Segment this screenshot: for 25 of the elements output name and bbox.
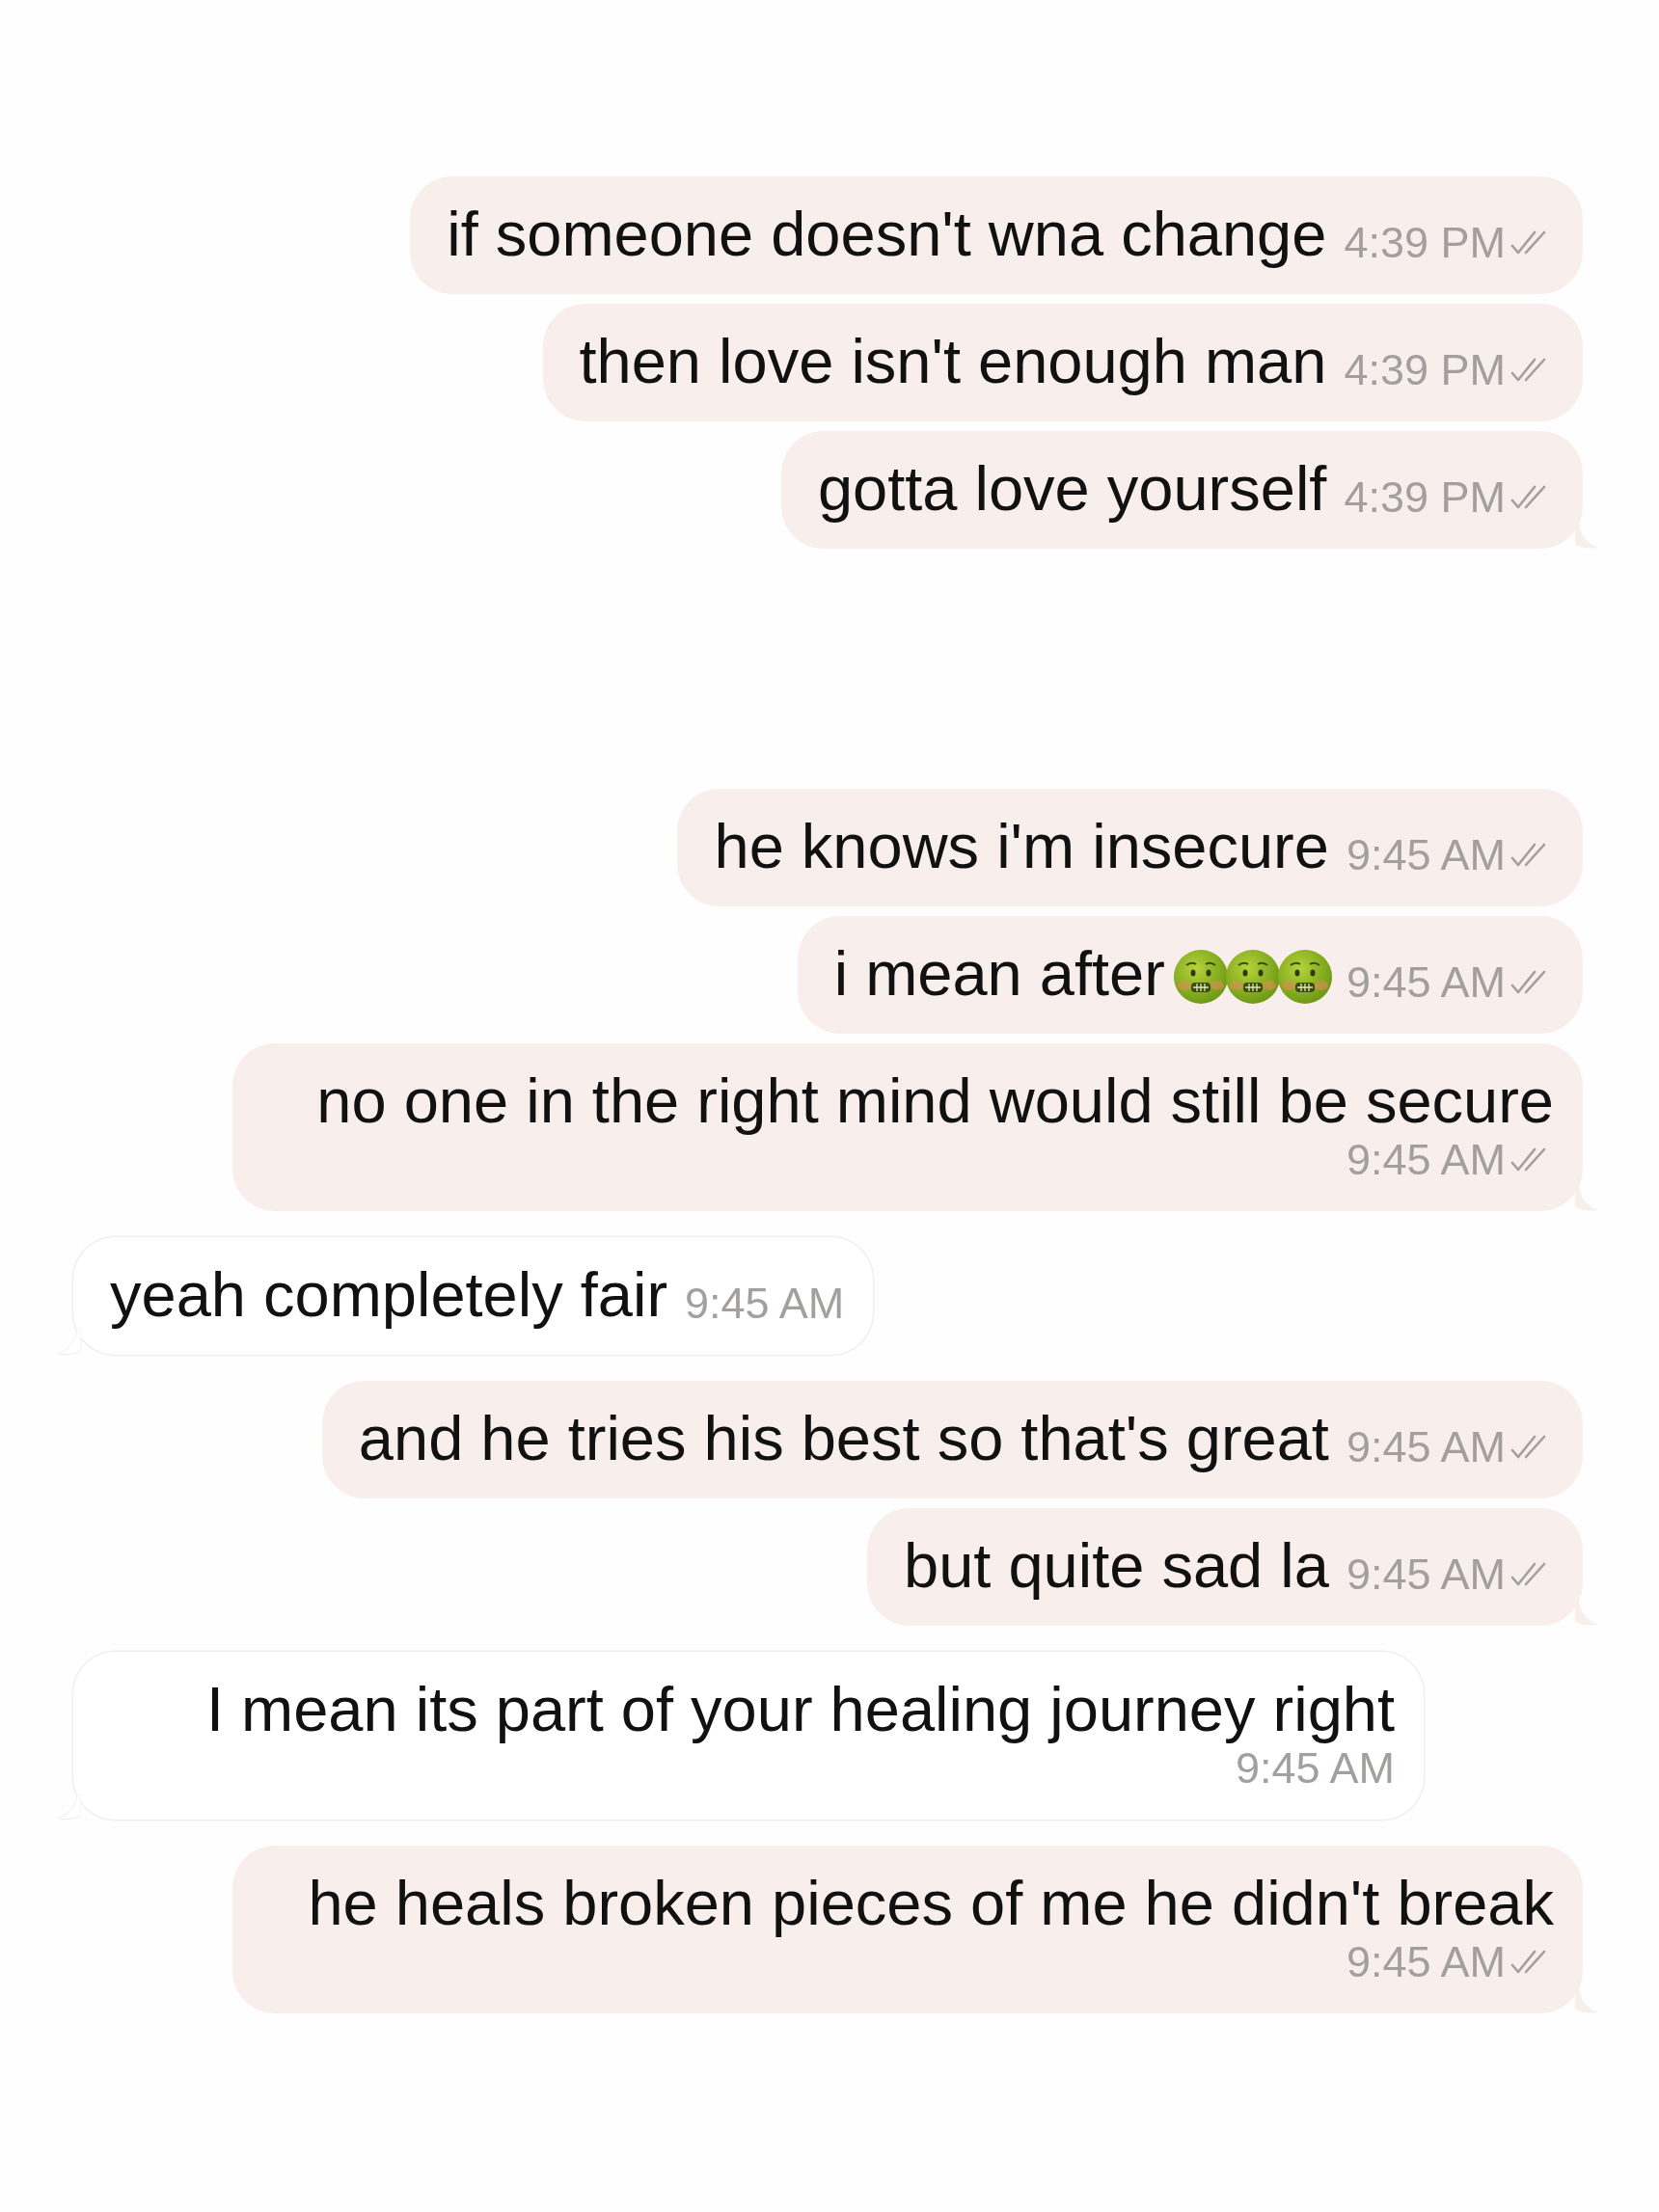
sick-face-icon	[1276, 949, 1333, 1005]
message-time: 9:45 AM	[1235, 1743, 1395, 1794]
message-text: if someone doesn't wna change	[447, 201, 1327, 268]
message-time: 9:45 AM	[1346, 1135, 1506, 1185]
sick-face-icon	[1224, 949, 1281, 1005]
message-time: 4:39 PM	[1344, 345, 1506, 395]
message-text: and he tries his best so that's great	[358, 1405, 1329, 1472]
message-time: 9:45 AM	[1346, 958, 1506, 1008]
message-text: I mean its part of your healing journey right	[205, 1676, 1395, 1743]
message-time: 9:45 AM	[1346, 1422, 1506, 1472]
message-text: yeah completely fair	[110, 1261, 668, 1329]
message-text: no one in the right mind would still be secure	[316, 1067, 1554, 1135]
message-time: 4:39 PM	[1344, 472, 1506, 523]
message-text: i mean after	[833, 940, 1165, 1008]
message-text: but quite sad la	[904, 1532, 1329, 1600]
message-time: 9:45 AM	[1346, 1550, 1506, 1600]
message-time: 9:45 AM	[685, 1279, 845, 1329]
message-time: 9:45 AM	[1346, 1937, 1506, 1987]
message-text: he knows i'm insecure	[714, 813, 1329, 880]
message-text: gotta love yourself	[817, 455, 1327, 523]
message-text: then love isn't enough man	[579, 328, 1327, 395]
sick-face-icon	[1172, 949, 1229, 1005]
message-text: he heals broken pieces of me he didn't break	[308, 1870, 1554, 1937]
message-time: 4:39 PM	[1344, 218, 1506, 268]
message-time: 9:45 AM	[1346, 830, 1506, 880]
